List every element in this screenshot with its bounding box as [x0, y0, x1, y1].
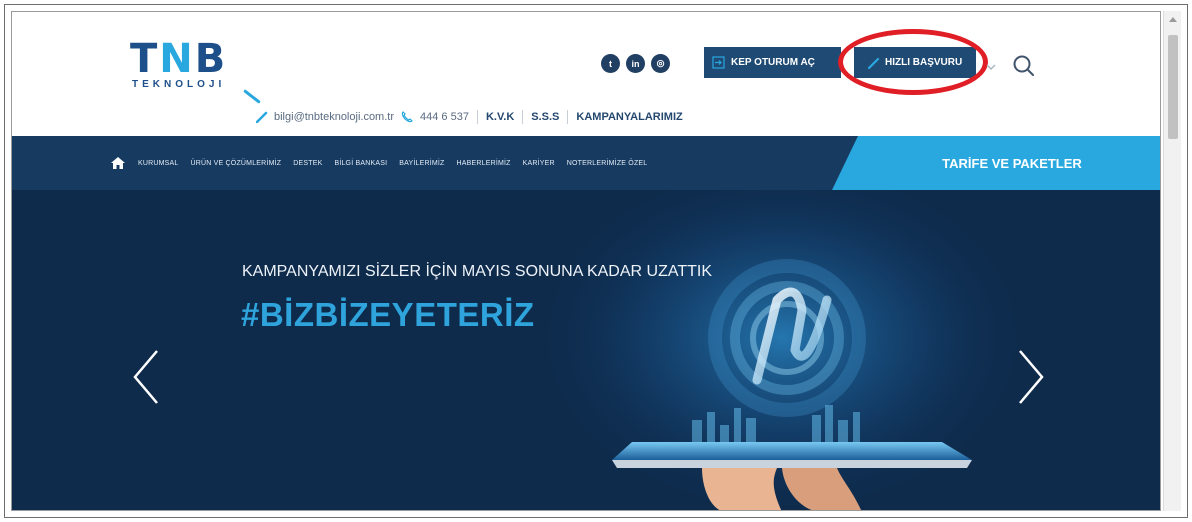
nav-item-bayilerimiz[interactable]: BAYİLERİMİZ	[399, 160, 444, 167]
link-kvk[interactable]: K.V.K	[486, 111, 514, 123]
logo-pen-stroke	[243, 89, 261, 104]
nav-item-kurumsal[interactable]: KURUMSAL	[138, 160, 179, 167]
instagram-icon[interactable]: ◎	[651, 54, 670, 73]
nav-item-noterler[interactable]: NOTERLERİMİZE ÖZEL	[567, 160, 648, 167]
divider	[522, 110, 524, 124]
screenshot-frame: TNB TEKNOLOJI bilgi@tnbteknoloji.com.tr …	[4, 4, 1188, 518]
tarife-label: TARİFE VE PAKETLER	[942, 155, 1082, 171]
highlight-circle	[838, 29, 988, 95]
chevron-left-icon[interactable]	[130, 348, 162, 406]
logo-letter-n: N	[159, 36, 195, 82]
browser-viewport: TNB TEKNOLOJI bilgi@tnbteknoloji.com.tr …	[11, 11, 1161, 511]
phone-icon	[401, 111, 413, 123]
link-sss[interactable]: S.S.S	[531, 111, 559, 123]
twitter-icon[interactable]: t	[601, 54, 620, 73]
login-icon	[712, 56, 725, 69]
contact-email[interactable]: bilgi@tnbteknoloji.com.tr	[274, 111, 394, 123]
hero-slider: KAMPANYAMIZI SİZLER İÇİN MAYIS SONUNA KA…	[12, 190, 1160, 510]
home-icon[interactable]	[110, 156, 126, 170]
chevron-right-icon[interactable]	[1015, 348, 1047, 406]
logo-wordmark: TNB	[130, 39, 227, 79]
nav-item-bilgi-bankasi[interactable]: BİLGİ BANKASI	[334, 160, 387, 167]
linkedin-icon[interactable]: in	[626, 54, 645, 73]
main-navigation: KURUMSAL ÜRÜN VE ÇÖZÜMLERİMİZ DESTEK BİL…	[12, 136, 1160, 190]
divider	[567, 110, 569, 124]
hero-illustration	[532, 190, 1032, 510]
tnb-logo[interactable]: TNB TEKNOLOJI	[130, 39, 270, 105]
logo-letter-t: T	[130, 36, 160, 82]
scroll-up-icon[interactable]	[1168, 15, 1178, 23]
nav-item-urunler[interactable]: ÜRÜN VE ÇÖZÜMLERİMİZ	[191, 160, 282, 167]
vertical-scrollbar[interactable]	[1163, 11, 1181, 511]
logo-letter-b: B	[194, 36, 228, 82]
tarife-paketler-tab[interactable]: TARİFE VE PAKETLER	[832, 136, 1160, 190]
kep-login-button[interactable]: KEP OTURUM AÇ	[704, 47, 841, 78]
search-icon[interactable]	[1012, 54, 1036, 78]
email-icon	[256, 111, 268, 123]
link-kampanyalar[interactable]: KAMPANYALARIMIZ	[576, 111, 682, 123]
scroll-thumb[interactable]	[1168, 35, 1178, 139]
contact-bar: bilgi@tnbteknoloji.com.tr 444 6 537 K.V.…	[256, 108, 683, 126]
logo-subtitle: TEKNOLOJI	[132, 79, 226, 90]
chevron-down-icon[interactable]	[986, 62, 996, 72]
hero-title: KAMPANYAMIZI SİZLER İÇİN MAYIS SONUNA KA…	[242, 263, 712, 280]
nav-item-destek[interactable]: DESTEK	[293, 160, 322, 167]
nav-item-haberlerimiz[interactable]: HABERLERİMİZ	[457, 160, 511, 167]
site-header: TNB TEKNOLOJI bilgi@tnbteknoloji.com.tr …	[12, 12, 1160, 136]
nav-item-kariyer[interactable]: KARİYER	[523, 160, 555, 167]
contact-phone[interactable]: 444 6 537	[420, 111, 469, 123]
hero-hashtag: #BİZBİZEYETERİZ	[241, 296, 535, 333]
social-links: t in ◎	[601, 54, 670, 73]
divider	[476, 110, 478, 124]
nav-menu: KURUMSAL ÜRÜN VE ÇÖZÜMLERİMİZ DESTEK BİL…	[110, 136, 647, 190]
kep-login-label: KEP OTURUM AÇ	[731, 57, 815, 68]
